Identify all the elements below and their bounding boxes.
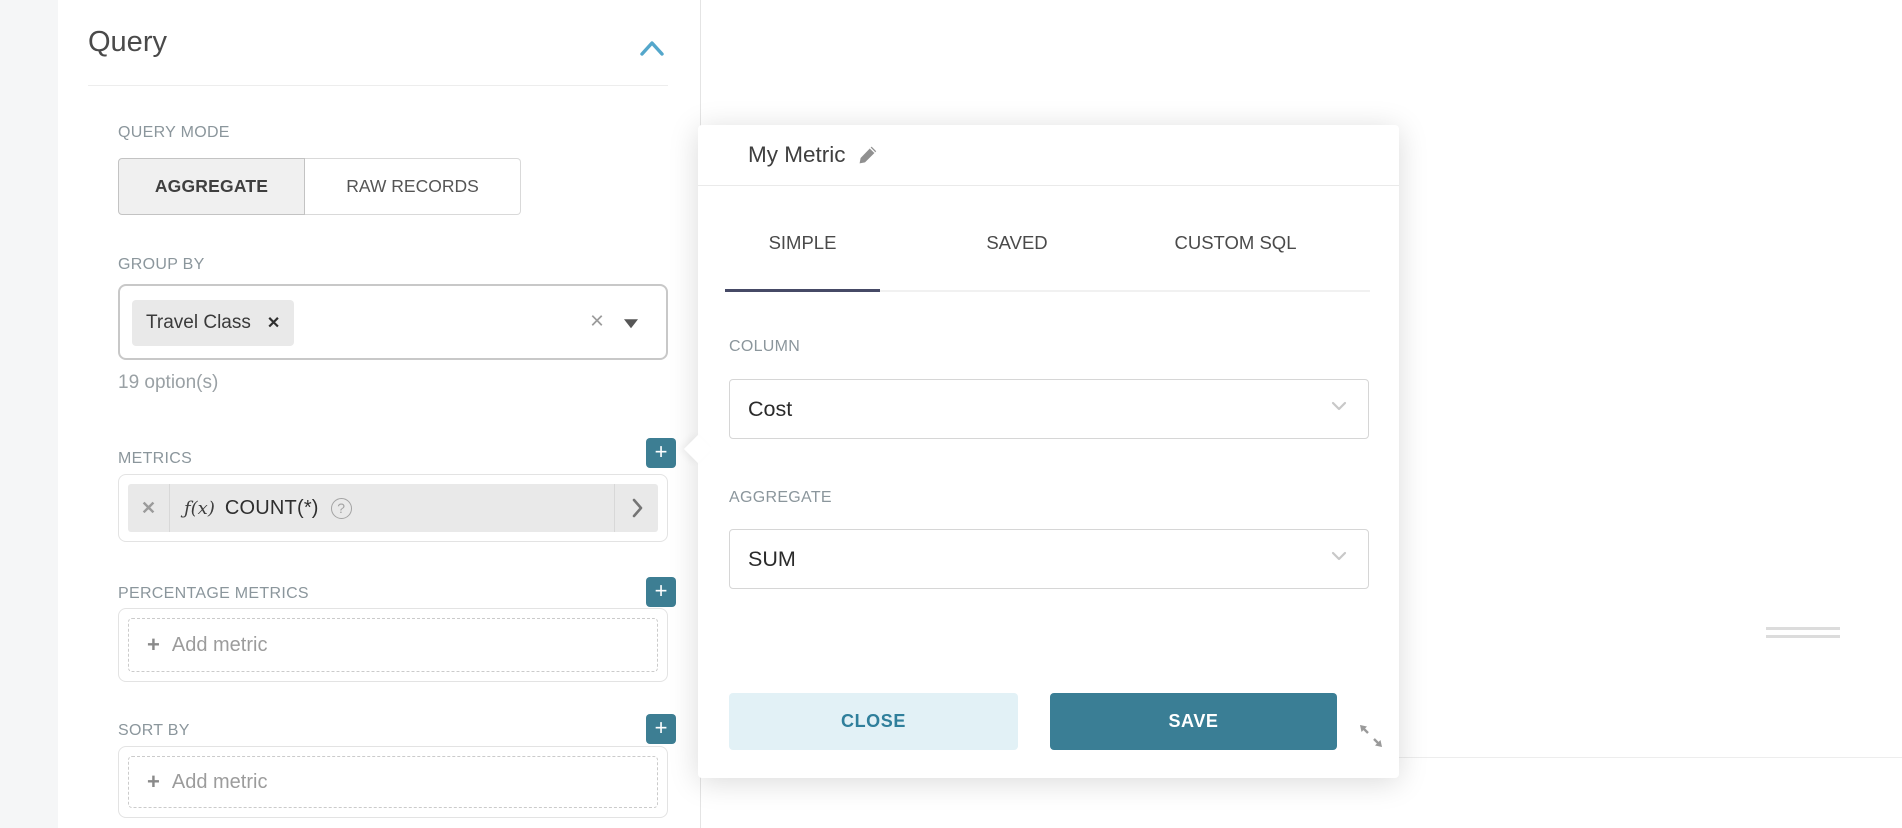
add-metric-placeholder: Add metric xyxy=(172,771,268,794)
resize-diagonal-icon xyxy=(1358,723,1384,749)
add-sort-button[interactable]: + xyxy=(646,714,676,744)
metrics-label: METRICS xyxy=(118,450,192,468)
explore-screen: Query QUERY MODE AGGREGATE RAW RECORDS G… xyxy=(0,0,1902,828)
add-metric-button[interactable]: + xyxy=(646,438,676,468)
help-icon[interactable]: ? xyxy=(331,498,352,519)
group-by-label: GROUP BY xyxy=(118,256,205,274)
column-label: COLUMN xyxy=(729,338,800,356)
fx-icon: ƒ(x) xyxy=(184,498,215,519)
metric-expression: COUNT(*) xyxy=(225,497,319,520)
aggregate-label: AGGREGATE xyxy=(729,489,832,507)
plus-icon: + xyxy=(147,632,160,658)
pencil-icon xyxy=(858,145,878,165)
tab-saved[interactable]: SAVED xyxy=(938,232,1096,254)
popover-arrow xyxy=(684,435,712,463)
chevron-up-icon xyxy=(635,36,669,62)
query-mode-label: QUERY MODE xyxy=(118,124,230,142)
sort-by-container: + Add metric xyxy=(118,746,668,818)
edit-title-button[interactable] xyxy=(858,145,878,170)
group-by-select[interactable]: Travel Class ✕ × xyxy=(118,284,668,360)
query-section-title: Query xyxy=(88,26,167,59)
select-caret-down-icon[interactable] xyxy=(624,319,638,328)
chevron-down-icon xyxy=(1328,545,1350,573)
results-pane-divider xyxy=(1399,757,1902,758)
add-metric-placeholder: Add metric xyxy=(172,634,268,657)
collapse-section-button[interactable] xyxy=(635,36,669,62)
close-button[interactable]: CLOSE xyxy=(729,693,1018,750)
chip-label: Travel Class xyxy=(146,312,251,334)
plus-icon: + xyxy=(147,769,160,795)
metric-pill[interactable]: ✕ ƒ(x) COUNT(*) ? xyxy=(128,484,658,532)
aggregate-select-value: SUM xyxy=(748,547,796,572)
sort-by-add-metric[interactable]: + Add metric xyxy=(128,756,658,808)
tab-custom-sql[interactable]: CUSTOM SQL xyxy=(1138,232,1333,254)
save-button[interactable]: SAVE xyxy=(1050,693,1337,750)
raw-records-mode-button[interactable]: RAW RECORDS xyxy=(305,158,521,215)
column-select-value: Cost xyxy=(748,397,792,422)
aggregate-select[interactable]: SUM xyxy=(729,529,1369,589)
metric-pill-body[interactable]: ƒ(x) COUNT(*) ? xyxy=(170,484,614,532)
metric-edit-popover: My Metric SIMPLE SAVED CUSTOM SQL COLUMN… xyxy=(698,125,1399,778)
chip-remove-icon[interactable]: ✕ xyxy=(267,313,280,333)
add-percentage-metric-button[interactable]: + xyxy=(646,577,676,607)
chevron-right-icon xyxy=(626,496,648,520)
percentage-metrics-label: PERCENTAGE METRICS xyxy=(118,585,309,603)
query-mode-segmented-control: AGGREGATE RAW RECORDS xyxy=(118,158,521,215)
options-count-hint: 19 option(s) xyxy=(118,372,218,394)
popover-header: My Metric xyxy=(698,125,1399,186)
tab-simple[interactable]: SIMPLE xyxy=(725,232,880,254)
percentage-metrics-add-metric[interactable]: + Add metric xyxy=(128,618,658,672)
resize-popover-handle[interactable] xyxy=(1358,723,1384,749)
pane-drag-handle[interactable] xyxy=(1766,627,1840,643)
metric-expand-button[interactable] xyxy=(614,484,658,532)
group-by-chip[interactable]: Travel Class ✕ xyxy=(132,300,294,346)
section-divider xyxy=(88,85,668,86)
left-gutter xyxy=(0,0,58,828)
active-tab-indicator xyxy=(725,289,880,292)
aggregate-mode-button[interactable]: AGGREGATE xyxy=(118,158,305,215)
column-select[interactable]: Cost xyxy=(729,379,1369,439)
popover-title: My Metric xyxy=(748,142,846,168)
sort-by-label: SORT BY xyxy=(118,722,190,740)
percentage-metrics-container: + Add metric xyxy=(118,608,668,682)
chevron-down-icon xyxy=(1328,395,1350,423)
metrics-container: ✕ ƒ(x) COUNT(*) ? xyxy=(118,474,668,542)
metric-remove-icon[interactable]: ✕ xyxy=(128,484,170,532)
select-clear-icon[interactable]: × xyxy=(590,307,604,335)
